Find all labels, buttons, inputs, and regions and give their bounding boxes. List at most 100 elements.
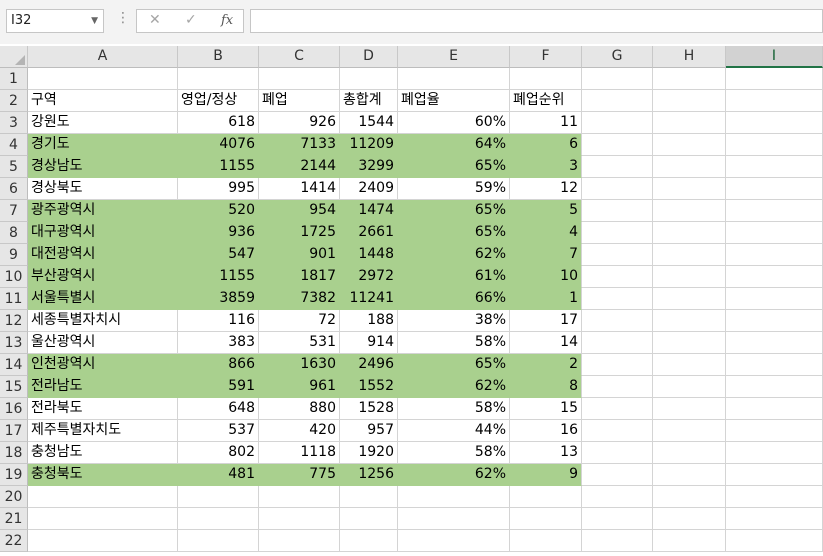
cell-g15[interactable]: [582, 376, 653, 398]
cell-a17[interactable]: 제주특별자치도: [28, 420, 178, 442]
column-header-f[interactable]: F: [510, 46, 582, 68]
cell-b13[interactable]: 383: [178, 332, 259, 354]
cell-d8[interactable]: 2661: [340, 222, 398, 244]
column-header-g[interactable]: G: [582, 46, 653, 68]
row-header-10[interactable]: 10: [0, 266, 28, 288]
cell-f22[interactable]: [510, 530, 582, 552]
cell-b21[interactable]: [178, 508, 259, 530]
cell-b22[interactable]: [178, 530, 259, 552]
row-header-8[interactable]: 8: [0, 222, 28, 244]
cell-e2[interactable]: 폐업율: [398, 90, 510, 112]
cell-g12[interactable]: [582, 310, 653, 332]
cell-g4[interactable]: [582, 134, 653, 156]
cell-a6[interactable]: 경상북도: [28, 178, 178, 200]
cell-g3[interactable]: [582, 112, 653, 134]
row-header-21[interactable]: 21: [0, 508, 28, 530]
cell-h22[interactable]: [653, 530, 726, 552]
row-header-3[interactable]: 3: [0, 112, 28, 134]
cell-f4[interactable]: 6: [510, 134, 582, 156]
cell-b2[interactable]: 영업/정상: [178, 90, 259, 112]
cell-d20[interactable]: [340, 486, 398, 508]
cell-a19[interactable]: 충청북도: [28, 464, 178, 486]
cell-g2[interactable]: [582, 90, 653, 112]
cell-a22[interactable]: [28, 530, 178, 552]
cell-g22[interactable]: [582, 530, 653, 552]
cell-f17[interactable]: 16: [510, 420, 582, 442]
cell-b3[interactable]: 618: [178, 112, 259, 134]
cell-e3[interactable]: 60%: [398, 112, 510, 134]
cell-a15[interactable]: 전라남도: [28, 376, 178, 398]
cell-c17[interactable]: 420: [259, 420, 340, 442]
cell-b20[interactable]: [178, 486, 259, 508]
cell-h10[interactable]: [653, 266, 726, 288]
column-header-a[interactable]: A: [28, 46, 178, 68]
cell-i22[interactable]: [726, 530, 823, 552]
cell-i1[interactable]: [726, 68, 823, 90]
cell-c1[interactable]: [259, 68, 340, 90]
cell-e18[interactable]: 58%: [398, 442, 510, 464]
cell-d7[interactable]: 1474: [340, 200, 398, 222]
cell-h3[interactable]: [653, 112, 726, 134]
cell-e16[interactable]: 58%: [398, 398, 510, 420]
cell-f8[interactable]: 4: [510, 222, 582, 244]
cell-c16[interactable]: 880: [259, 398, 340, 420]
cell-c12[interactable]: 72: [259, 310, 340, 332]
row-header-11[interactable]: 11: [0, 288, 28, 310]
cell-a21[interactable]: [28, 508, 178, 530]
cell-d6[interactable]: 2409: [340, 178, 398, 200]
cell-g1[interactable]: [582, 68, 653, 90]
cell-c8[interactable]: 1725: [259, 222, 340, 244]
cell-a20[interactable]: [28, 486, 178, 508]
cell-d11[interactable]: 11241: [340, 288, 398, 310]
cell-h2[interactable]: [653, 90, 726, 112]
cell-b8[interactable]: 936: [178, 222, 259, 244]
cell-f12[interactable]: 17: [510, 310, 582, 332]
cell-f3[interactable]: 11: [510, 112, 582, 134]
cell-g5[interactable]: [582, 156, 653, 178]
cell-h16[interactable]: [653, 398, 726, 420]
cell-h8[interactable]: [653, 222, 726, 244]
row-header-2[interactable]: 2: [0, 90, 28, 112]
cell-c22[interactable]: [259, 530, 340, 552]
cell-b19[interactable]: 481: [178, 464, 259, 486]
cell-d3[interactable]: 1544: [340, 112, 398, 134]
cell-a11[interactable]: 서울특별시: [28, 288, 178, 310]
cell-g8[interactable]: [582, 222, 653, 244]
cell-i19[interactable]: [726, 464, 823, 486]
row-header-6[interactable]: 6: [0, 178, 28, 200]
row-header-20[interactable]: 20: [0, 486, 28, 508]
cell-d19[interactable]: 1256: [340, 464, 398, 486]
row-header-13[interactable]: 13: [0, 332, 28, 354]
cell-i9[interactable]: [726, 244, 823, 266]
cell-f21[interactable]: [510, 508, 582, 530]
cell-f9[interactable]: 7: [510, 244, 582, 266]
row-header-5[interactable]: 5: [0, 156, 28, 178]
cell-i13[interactable]: [726, 332, 823, 354]
cell-f11[interactable]: 1: [510, 288, 582, 310]
cell-d5[interactable]: 3299: [340, 156, 398, 178]
cell-c21[interactable]: [259, 508, 340, 530]
cell-e15[interactable]: 62%: [398, 376, 510, 398]
cell-a9[interactable]: 대전광역시: [28, 244, 178, 266]
column-header-i[interactable]: I: [726, 46, 823, 68]
cell-c14[interactable]: 1630: [259, 354, 340, 376]
cell-e19[interactable]: 62%: [398, 464, 510, 486]
cell-c4[interactable]: 7133: [259, 134, 340, 156]
cell-a7[interactable]: 광주광역시: [28, 200, 178, 222]
cell-g14[interactable]: [582, 354, 653, 376]
name-box[interactable]: I32 ▼: [6, 9, 104, 33]
cell-c6[interactable]: 1414: [259, 178, 340, 200]
cell-e10[interactable]: 61%: [398, 266, 510, 288]
more-options-icon[interactable]: ⋮: [116, 10, 130, 26]
cell-e21[interactable]: [398, 508, 510, 530]
cell-g19[interactable]: [582, 464, 653, 486]
cell-f7[interactable]: 5: [510, 200, 582, 222]
cell-b5[interactable]: 1155: [178, 156, 259, 178]
cell-i15[interactable]: [726, 376, 823, 398]
cell-e13[interactable]: 58%: [398, 332, 510, 354]
cell-h18[interactable]: [653, 442, 726, 464]
cell-d22[interactable]: [340, 530, 398, 552]
chevron-down-icon[interactable]: ▼: [91, 10, 98, 32]
cell-c13[interactable]: 531: [259, 332, 340, 354]
cell-a2[interactable]: 구역: [28, 90, 178, 112]
